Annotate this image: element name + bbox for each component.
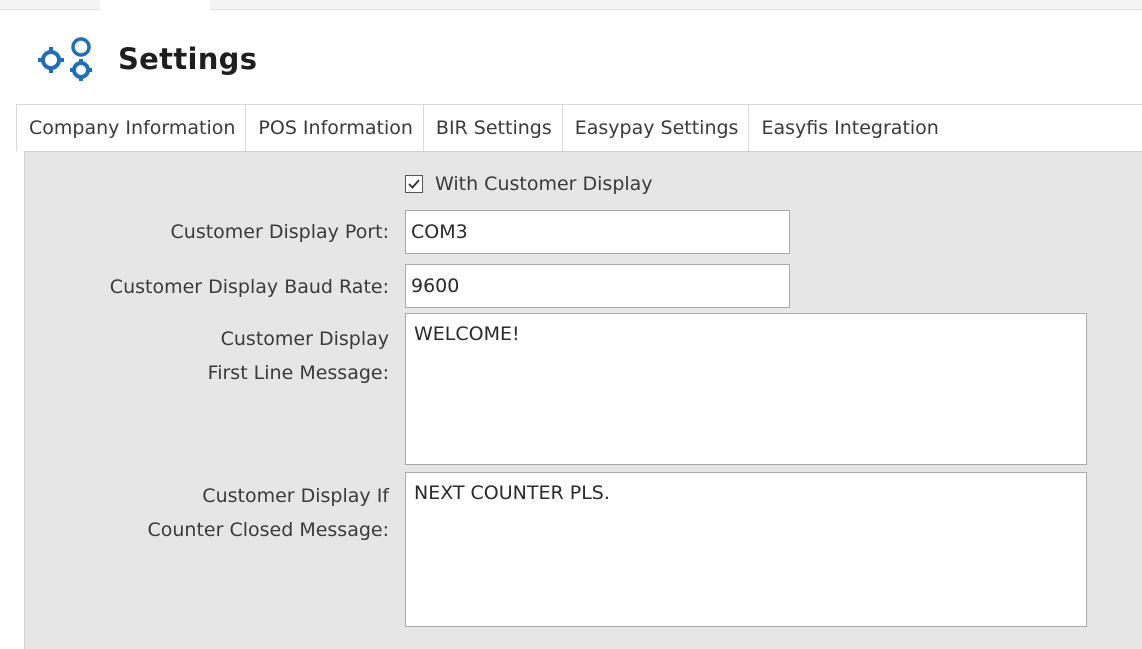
- first-line-message-textarea[interactable]: WELCOME!: [405, 313, 1087, 465]
- customer-display-port-input[interactable]: COM3: [405, 210, 790, 254]
- page-title: Settings: [118, 42, 258, 76]
- counter-closed-message-label-line1: Customer Display If: [202, 485, 389, 507]
- tab-pos-information[interactable]: POS Information: [245, 105, 423, 151]
- with-customer-display-label: With Customer Display: [435, 173, 653, 195]
- first-line-message-label-line2: First Line Message:: [207, 362, 389, 384]
- customer-display-port-label: Customer Display Port:: [170, 221, 389, 243]
- gears-icon: [36, 34, 104, 84]
- active-window-tab[interactable]: [100, 0, 210, 11]
- settings-window: Settings Company Information POS Informa…: [0, 0, 1142, 649]
- customer-display-baud-rate-input[interactable]: 9600: [405, 264, 790, 308]
- page-header: Settings: [36, 34, 257, 84]
- counter-closed-message-textarea[interactable]: NEXT COUNTER PLS.: [405, 472, 1087, 627]
- tab-easyfis-integration[interactable]: Easyfis Integration: [748, 105, 948, 151]
- tab-easypay-settings[interactable]: Easypay Settings: [561, 105, 749, 151]
- tab-company-information[interactable]: Company Information: [16, 105, 245, 151]
- top-tab-strip: [0, 0, 1142, 11]
- checkmark-icon: [408, 179, 420, 189]
- settings-tabs: Company Information POS Information BIR …: [16, 104, 1142, 151]
- first-line-message-label-line1: Customer Display: [220, 328, 389, 350]
- customer-display-baud-rate-label: Customer Display Baud Rate:: [109, 276, 389, 298]
- with-customer-display-checkbox[interactable]: [405, 175, 423, 193]
- counter-closed-message-label-line2: Counter Closed Message:: [147, 519, 390, 541]
- pos-information-panel: With Customer Display Customer Display P…: [24, 151, 1142, 649]
- with-customer-display-row[interactable]: With Customer Display: [405, 169, 653, 199]
- tab-bir-settings[interactable]: BIR Settings: [422, 105, 562, 151]
